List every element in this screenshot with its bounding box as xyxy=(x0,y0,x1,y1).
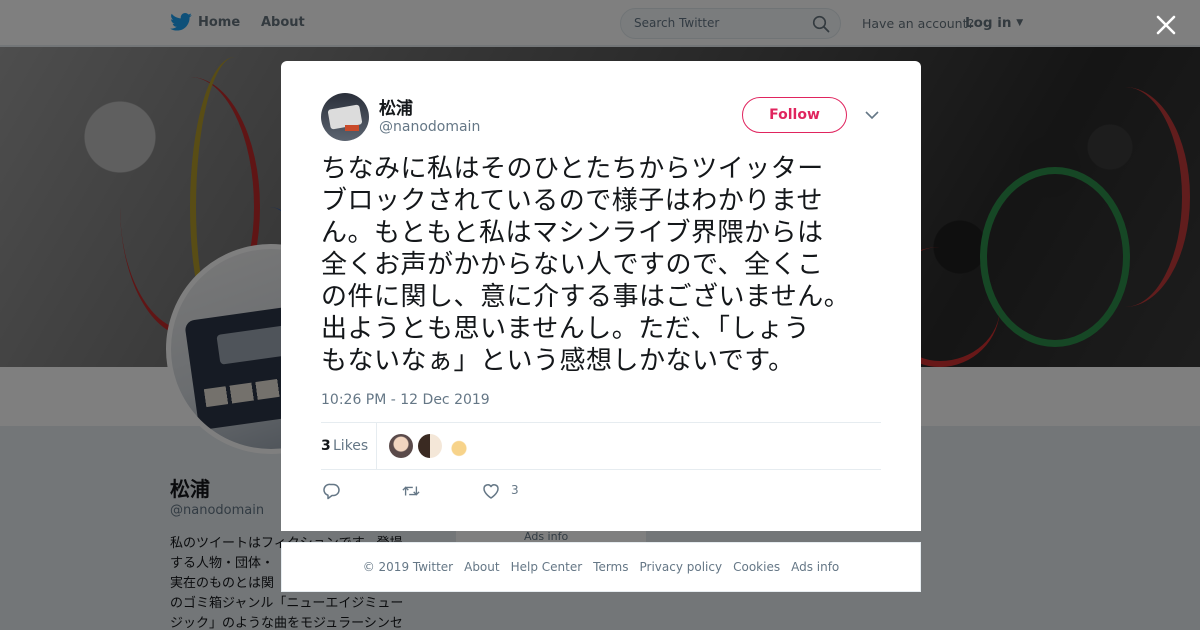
follow-button[interactable]: Follow xyxy=(742,97,847,133)
footer-link-terms[interactable]: Terms xyxy=(593,560,628,574)
close-icon[interactable] xyxy=(1154,13,1178,37)
footer-link-cookies[interactable]: Cookies xyxy=(733,560,780,574)
tweet-text-line: ちなみに私はそのひとたちからツイッター xyxy=(321,154,824,184)
tweet-text: ちなみに私はそのひとたちからツイッター ブロックされているので様子はわかりませ … xyxy=(321,153,886,377)
tweet-author-name[interactable]: 松浦 xyxy=(379,94,413,119)
tweet-stats: 3 Likes xyxy=(321,422,881,470)
tweet-text-line: の件に関し、意に介する事はございません。 xyxy=(321,282,851,312)
like-action-count: 3 xyxy=(511,483,519,497)
likes-label[interactable]: Likes xyxy=(333,438,368,454)
tweet-text-line: 出ようとも思いませんし。ただ、「しょう xyxy=(321,314,810,344)
footer-link-help-center[interactable]: Help Center xyxy=(511,560,583,574)
footer-link-privacy[interactable]: Privacy policy xyxy=(640,560,723,574)
likes-count[interactable]: 3 xyxy=(321,438,331,454)
footer-link-about[interactable]: About xyxy=(464,560,499,574)
stats-divider xyxy=(376,423,377,469)
tweet-actions: 3 xyxy=(321,481,881,501)
tweet-text-line: もないなぁ」という感想しかないです。 xyxy=(321,346,795,376)
modal-footer: © 2019 Twitter About Help Center Terms P… xyxy=(281,542,921,592)
tweet-timestamp[interactable]: 10:26 PM - 12 Dec 2019 xyxy=(321,392,490,408)
tweet-text-line: ん。もともと私はマシンライブ界隈からは xyxy=(321,218,824,248)
footer-copyright: © 2019 Twitter xyxy=(362,560,454,574)
tweet-text-line: 全くお声がかからない人ですので、全くこ xyxy=(321,250,824,280)
liker-avatar[interactable] xyxy=(447,434,471,458)
reply-icon[interactable] xyxy=(323,482,341,500)
liker-avatar[interactable] xyxy=(418,434,442,458)
heart-icon[interactable] xyxy=(482,482,500,500)
tweet-text-line: ブロックされているので様子はわかりませ xyxy=(321,186,823,216)
chevron-down-icon[interactable] xyxy=(865,110,879,120)
retweet-icon[interactable] xyxy=(402,482,420,500)
liker-avatar[interactable] xyxy=(389,434,413,458)
tweet-permalink-modal: 松浦 @nanodomain Follow ちなみに私はそのひとたちからツイッタ… xyxy=(281,61,921,531)
tweet-author-avatar[interactable] xyxy=(321,93,369,141)
footer-link-ads-info[interactable]: Ads info xyxy=(791,560,839,574)
tweet-author-handle[interactable]: @nanodomain xyxy=(379,119,480,135)
